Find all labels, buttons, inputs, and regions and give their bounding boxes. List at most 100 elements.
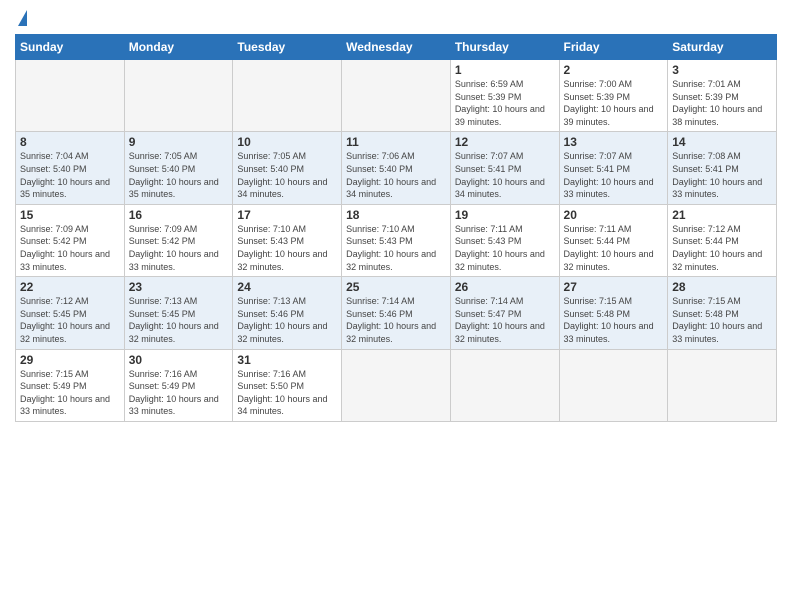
day-number: 29 (20, 353, 120, 367)
calendar-week-row: 15 Sunrise: 7:09 AMSunset: 5:42 PMDayligh… (16, 204, 777, 276)
calendar-day-cell: 15 Sunrise: 7:09 AMSunset: 5:42 PMDayligh… (16, 204, 125, 276)
calendar-day-cell: 1Sunrise: 6:59 AMSunset: 5:39 PMDaylight… (450, 60, 559, 132)
calendar-week-row: 22 Sunrise: 7:12 AMSunset: 5:45 PMDayligh… (16, 277, 777, 349)
day-info: Sunrise: 7:16 AMSunset: 5:50 PMDaylight:… (237, 369, 327, 417)
day-info: Sunrise: 7:15 AMSunset: 5:48 PMDaylight:… (672, 296, 762, 344)
day-number: 16 (129, 208, 229, 222)
calendar-day-cell: 12 Sunrise: 7:07 AMSunset: 5:41 PMDayligh… (450, 132, 559, 204)
weekday-header-cell: Monday (124, 35, 233, 60)
calendar-day-cell (342, 349, 451, 421)
logo (15, 10, 27, 28)
day-info: Sunrise: 7:13 AMSunset: 5:45 PMDaylight:… (129, 296, 219, 344)
day-info: Sunrise: 7:13 AMSunset: 5:46 PMDaylight:… (237, 296, 327, 344)
day-number: 28 (672, 280, 772, 294)
calendar-day-cell (559, 349, 668, 421)
calendar-day-cell: 28 Sunrise: 7:15 AMSunset: 5:48 PMDayligh… (668, 277, 777, 349)
calendar-body: 1Sunrise: 6:59 AMSunset: 5:39 PMDaylight… (16, 60, 777, 422)
calendar-day-cell: 16 Sunrise: 7:09 AMSunset: 5:42 PMDayligh… (124, 204, 233, 276)
day-number: 15 (20, 208, 120, 222)
weekday-header-cell: Wednesday (342, 35, 451, 60)
day-info: Sunrise: 7:15 AMSunset: 5:48 PMDaylight:… (564, 296, 654, 344)
day-info: Sunrise: 7:04 AMSunset: 5:40 PMDaylight:… (20, 151, 110, 199)
calendar-day-cell: 19 Sunrise: 7:11 AMSunset: 5:43 PMDayligh… (450, 204, 559, 276)
day-info: Sunrise: 7:08 AMSunset: 5:41 PMDaylight:… (672, 151, 762, 199)
day-number: 25 (346, 280, 446, 294)
calendar-day-cell: 20 Sunrise: 7:11 AMSunset: 5:44 PMDayligh… (559, 204, 668, 276)
day-number: 18 (346, 208, 446, 222)
weekday-header-cell: Saturday (668, 35, 777, 60)
day-info: Sunrise: 7:09 AMSunset: 5:42 PMDaylight:… (129, 224, 219, 272)
calendar-day-cell: 25 Sunrise: 7:14 AMSunset: 5:46 PMDayligh… (342, 277, 451, 349)
day-info: Sunrise: 7:10 AMSunset: 5:43 PMDaylight:… (346, 224, 436, 272)
day-number: 17 (237, 208, 337, 222)
day-info: Sunrise: 7:07 AMSunset: 5:41 PMDaylight:… (564, 151, 654, 199)
day-number: 19 (455, 208, 555, 222)
day-number: 13 (564, 135, 664, 149)
calendar-day-cell: 9 Sunrise: 7:05 AMSunset: 5:40 PMDaylight… (124, 132, 233, 204)
day-number: 2 (564, 63, 664, 77)
day-info: Sunrise: 7:10 AMSunset: 5:43 PMDaylight:… (237, 224, 327, 272)
calendar-day-cell (668, 349, 777, 421)
calendar-day-cell: 14 Sunrise: 7:08 AMSunset: 5:41 PMDayligh… (668, 132, 777, 204)
header (15, 10, 777, 28)
day-number: 27 (564, 280, 664, 294)
day-info: Sunrise: 7:01 AMSunset: 5:39 PMDaylight:… (672, 79, 762, 127)
day-number: 10 (237, 135, 337, 149)
day-number: 22 (20, 280, 120, 294)
day-info: Sunrise: 7:11 AMSunset: 5:43 PMDaylight:… (455, 224, 545, 272)
day-info: Sunrise: 7:07 AMSunset: 5:41 PMDaylight:… (455, 151, 545, 199)
day-number: 21 (672, 208, 772, 222)
calendar-day-cell: 30 Sunrise: 7:16 AMSunset: 5:49 PMDayligh… (124, 349, 233, 421)
day-info: Sunrise: 7:15 AMSunset: 5:49 PMDaylight:… (20, 369, 110, 417)
day-info: Sunrise: 7:12 AMSunset: 5:44 PMDaylight:… (672, 224, 762, 272)
calendar-week-row: 8 Sunrise: 7:04 AMSunset: 5:40 PMDaylight… (16, 132, 777, 204)
day-number: 24 (237, 280, 337, 294)
calendar-day-cell: 27 Sunrise: 7:15 AMSunset: 5:48 PMDayligh… (559, 277, 668, 349)
calendar-day-cell: 13 Sunrise: 7:07 AMSunset: 5:41 PMDayligh… (559, 132, 668, 204)
weekday-header-cell: Tuesday (233, 35, 342, 60)
day-info: Sunrise: 7:09 AMSunset: 5:42 PMDaylight:… (20, 224, 110, 272)
day-info: Sunrise: 7:16 AMSunset: 5:49 PMDaylight:… (129, 369, 219, 417)
calendar-week-row: 1Sunrise: 6:59 AMSunset: 5:39 PMDaylight… (16, 60, 777, 132)
calendar-day-cell: 24 Sunrise: 7:13 AMSunset: 5:46 PMDayligh… (233, 277, 342, 349)
weekday-header-cell: Friday (559, 35, 668, 60)
calendar-day-cell: 8 Sunrise: 7:04 AMSunset: 5:40 PMDaylight… (16, 132, 125, 204)
calendar-day-cell: 29 Sunrise: 7:15 AMSunset: 5:49 PMDayligh… (16, 349, 125, 421)
day-number: 11 (346, 135, 446, 149)
day-number: 9 (129, 135, 229, 149)
calendar-day-cell: 10 Sunrise: 7:05 AMSunset: 5:40 PMDayligh… (233, 132, 342, 204)
day-info: Sunrise: 7:14 AMSunset: 5:46 PMDaylight:… (346, 296, 436, 344)
day-info: Sunrise: 7:06 AMSunset: 5:40 PMDaylight:… (346, 151, 436, 199)
calendar-day-cell: 21 Sunrise: 7:12 AMSunset: 5:44 PMDayligh… (668, 204, 777, 276)
page-container: SundayMondayTuesdayWednesdayThursdayFrid… (0, 0, 792, 427)
day-info: Sunrise: 7:00 AMSunset: 5:39 PMDaylight:… (564, 79, 654, 127)
day-number: 23 (129, 280, 229, 294)
logo-triangle-icon (18, 10, 27, 26)
calendar-day-cell (450, 349, 559, 421)
day-info: Sunrise: 7:11 AMSunset: 5:44 PMDaylight:… (564, 224, 654, 272)
day-number: 8 (20, 135, 120, 149)
day-number: 1 (455, 63, 555, 77)
calendar-week-row: 29 Sunrise: 7:15 AMSunset: 5:49 PMDayligh… (16, 349, 777, 421)
day-info: Sunrise: 7:12 AMSunset: 5:45 PMDaylight:… (20, 296, 110, 344)
calendar-day-cell: 17 Sunrise: 7:10 AMSunset: 5:43 PMDayligh… (233, 204, 342, 276)
calendar-day-cell (233, 60, 342, 132)
day-info: Sunrise: 7:05 AMSunset: 5:40 PMDaylight:… (129, 151, 219, 199)
day-number: 20 (564, 208, 664, 222)
day-number: 30 (129, 353, 229, 367)
weekday-header-cell: Sunday (16, 35, 125, 60)
day-info: Sunrise: 7:05 AMSunset: 5:40 PMDaylight:… (237, 151, 327, 199)
day-number: 12 (455, 135, 555, 149)
calendar-day-cell: 26Sunrise: 7:14 AMSunset: 5:47 PMDayligh… (450, 277, 559, 349)
calendar-day-cell: 3Sunrise: 7:01 AMSunset: 5:39 PMDaylight… (668, 60, 777, 132)
weekday-header-row: SundayMondayTuesdayWednesdayThursdayFrid… (16, 35, 777, 60)
calendar-day-cell: 11 Sunrise: 7:06 AMSunset: 5:40 PMDayligh… (342, 132, 451, 204)
calendar-day-cell: 23 Sunrise: 7:13 AMSunset: 5:45 PMDayligh… (124, 277, 233, 349)
day-number: 31 (237, 353, 337, 367)
day-number: 14 (672, 135, 772, 149)
calendar-table: SundayMondayTuesdayWednesdayThursdayFrid… (15, 34, 777, 422)
calendar-day-cell (16, 60, 125, 132)
calendar-day-cell: 18 Sunrise: 7:10 AMSunset: 5:43 PMDayligh… (342, 204, 451, 276)
day-info: Sunrise: 7:14 AMSunset: 5:47 PMDaylight:… (455, 296, 545, 344)
calendar-day-cell: 2 Sunrise: 7:00 AMSunset: 5:39 PMDaylight… (559, 60, 668, 132)
